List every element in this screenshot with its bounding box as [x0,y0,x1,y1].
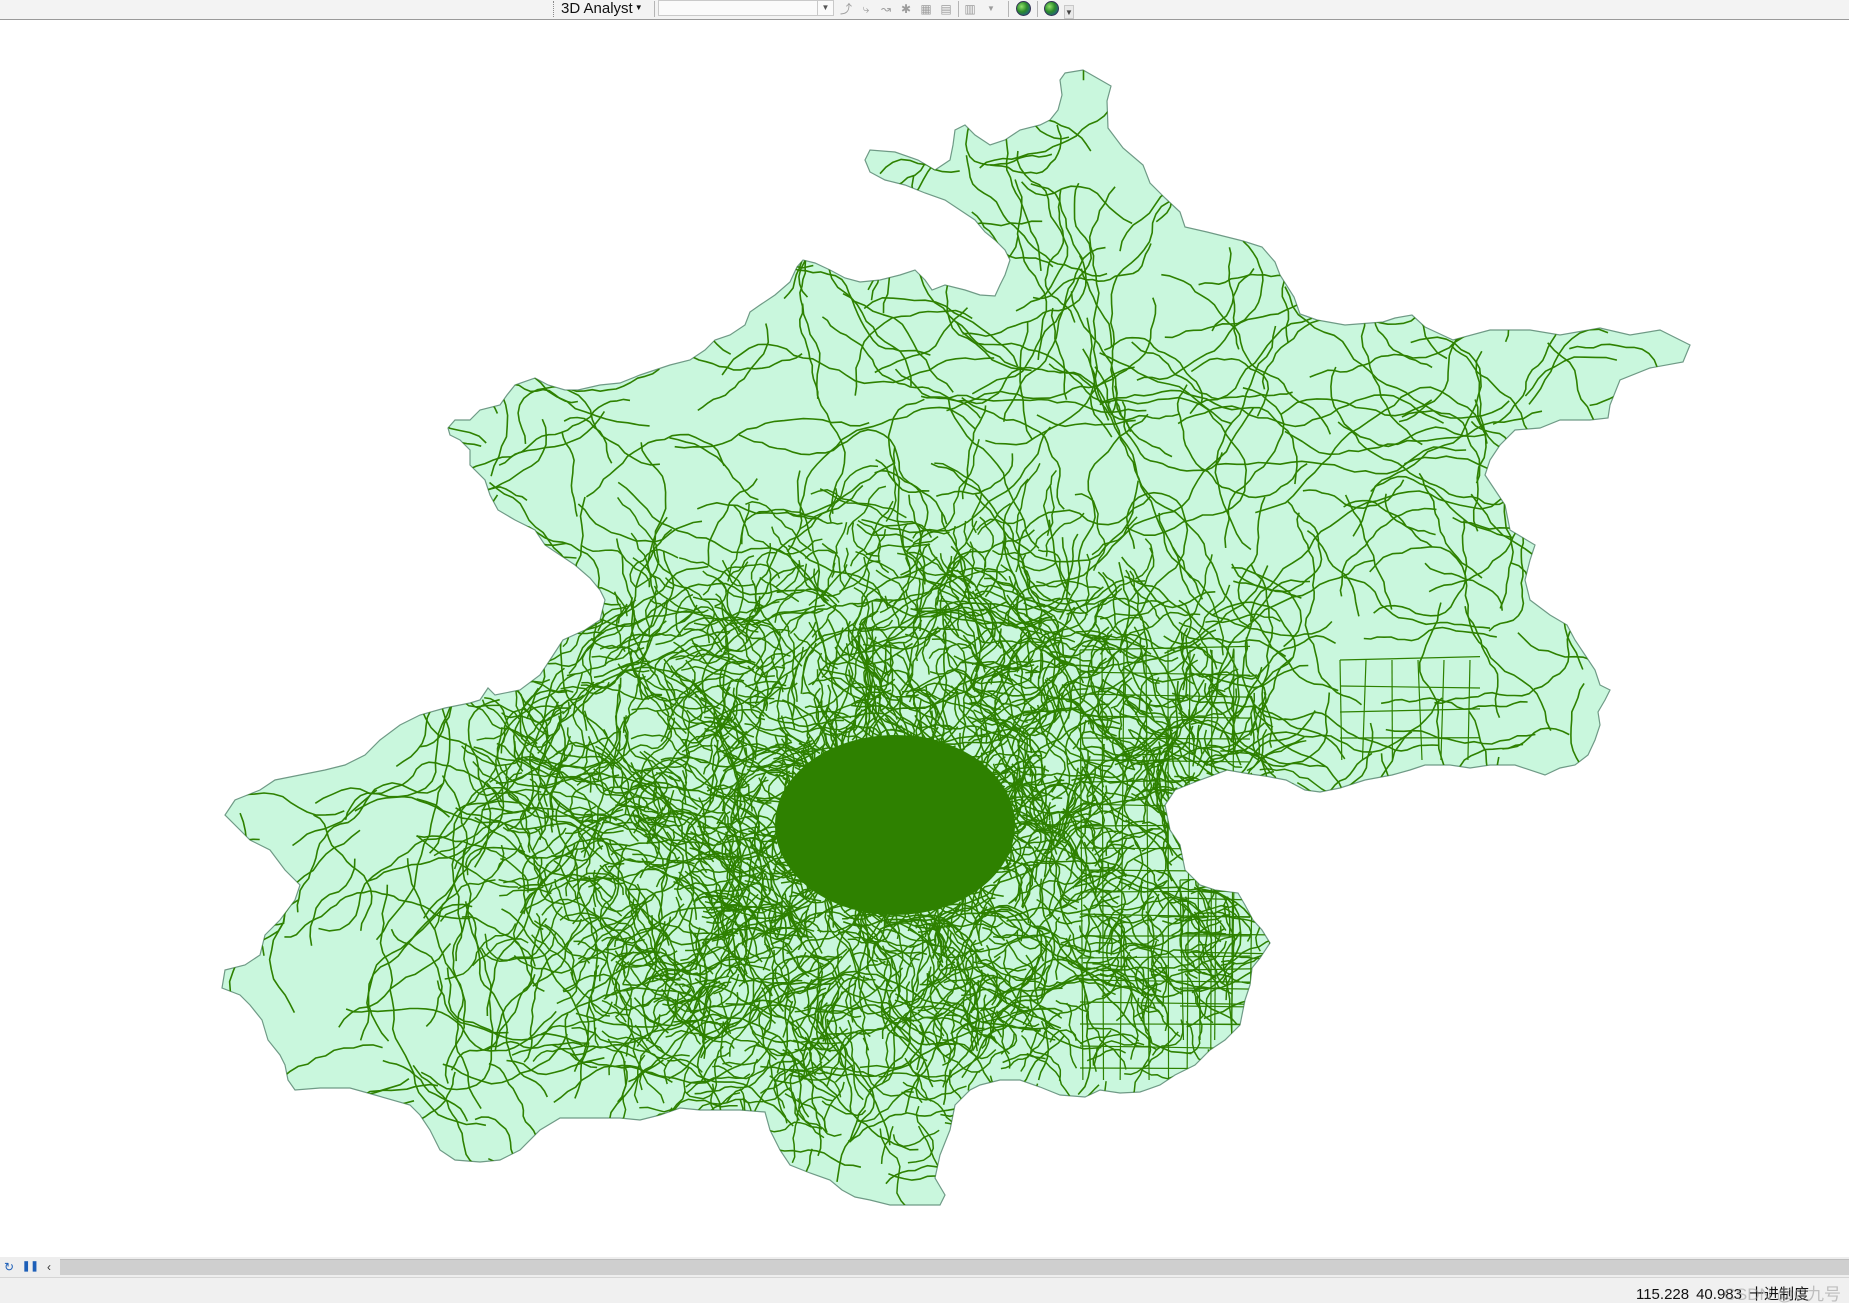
road-line [277,1079,409,1257]
road-line [1227,783,1294,874]
road-line [945,1123,1017,1142]
road-line [1168,650,1169,1080]
arcglobe-icon[interactable] [1044,1,1059,16]
road-line [478,335,498,413]
3d-analyst-menu-label: 3D Analyst [561,0,633,17]
road-line [1269,880,1270,1040]
horizontal-scrollbar[interactable] [60,1259,1849,1275]
coordinate-units: 十进制度 [1749,1286,1809,1303]
road-line [1445,217,1511,342]
toolbar: 3D Analyst▼ ▼ ⤴ ⤷ ↝ ✱ ▦ ▤ ▥ ▼ ▼ [0,0,1849,20]
layer-combo[interactable]: ▼ [658,0,834,16]
line-of-sight-icon[interactable]: ↝ [878,1,894,17]
scroll-left-icon[interactable]: ‹ [42,1259,56,1275]
road-line [222,368,487,443]
interpolate-point-icon[interactable]: ✱ [898,1,914,17]
toolbar-overflow-icon[interactable]: ▼ [1064,5,1074,19]
interpolate-line-icon[interactable]: ⤴ [838,1,854,17]
road-line [662,1114,779,1257]
toolbar-separator [1008,1,1009,17]
road-line [720,1100,743,1182]
road-line [250,1101,415,1132]
arcscene-icon[interactable] [1016,1,1031,16]
create-graph-icon[interactable]: ▥ [962,1,978,17]
y-coordinate: 40.983 [1696,1286,1742,1303]
x-coordinate: 115.228 [1636,1286,1689,1303]
beijing-boundary-polygon[interactable] [222,70,1690,1205]
road-line [209,895,285,926]
road-line [1080,1068,1250,1069]
road-line [488,1159,506,1219]
road-line [603,1108,672,1257]
view-navigation-strip: ↻ ❚❚ ‹ [0,1257,1849,1277]
steepest-path-icon[interactable]: ⤷ [858,1,874,17]
road-line [1180,876,1290,880]
road-line [1287,880,1288,1040]
road-line [1080,891,1250,892]
road-line [1182,1049,1214,1210]
3d-analyst-menu[interactable]: 3D Analyst▼ [561,0,643,17]
road-line [596,134,731,355]
road-line [685,158,813,268]
road-line [1242,982,1316,1002]
map-canvas[interactable] [0,21,1849,1257]
coordinate-readout: 115.228 40.983 十进制度 [1629,1283,1809,1304]
road-line [200,482,497,581]
chevron-down-icon[interactable]: ▼ [986,1,996,17]
chevron-down-icon[interactable]: ▼ [817,1,833,15]
urban-core-road-mass [775,735,1015,915]
toolbar-separator [654,1,655,17]
dropdown-caret-icon: ▼ [635,3,643,12]
toolbar-grip[interactable] [553,1,557,17]
map-svg [0,21,1849,1257]
toolbar-separator [1037,1,1038,17]
profile-graph-icon[interactable]: ▤ [938,1,954,17]
toolbar-separator [958,1,959,17]
interpolate-polygon-icon[interactable]: ▦ [918,1,934,17]
pause-icon[interactable]: ❚❚ [22,1259,36,1275]
status-bar: 115.22840.983十进制度 CSDN @G九号 [0,1277,1849,1303]
refresh-icon[interactable]: ↻ [2,1259,16,1275]
